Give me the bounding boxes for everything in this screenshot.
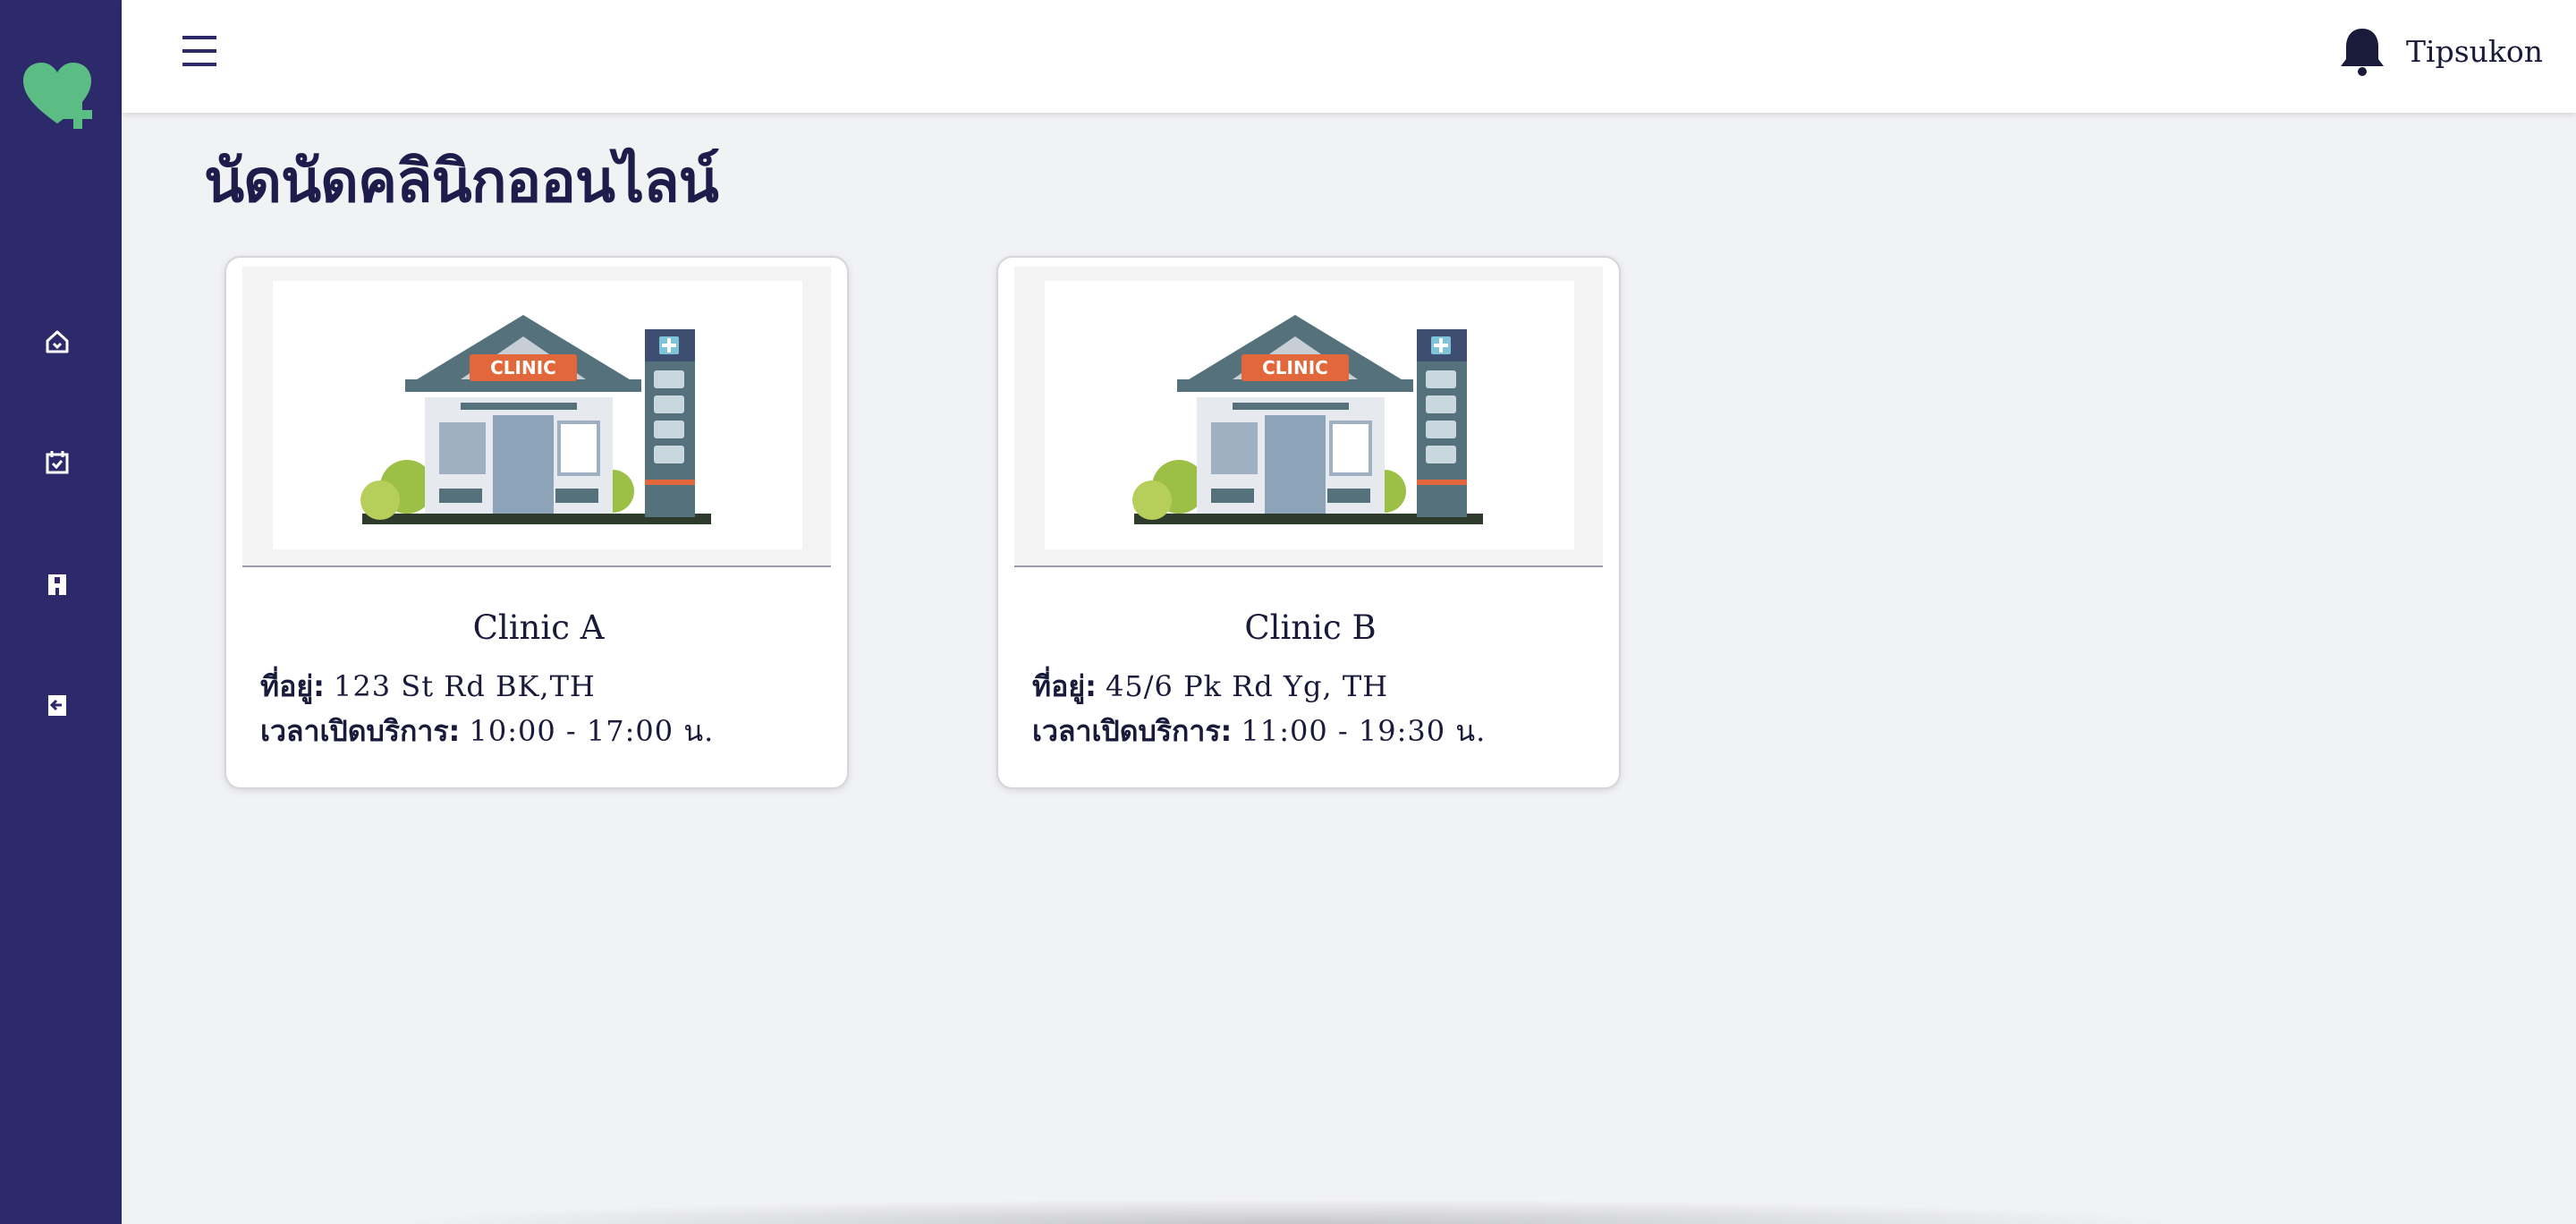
sidebar-item-home[interactable] (39, 324, 75, 360)
clinic-hours: เวลาเปิดบริการ: 10:00 - 17:00 น. (260, 709, 714, 754)
hours-value: 11:00 - 19:30 น. (1241, 714, 1487, 748)
calendar-check-icon (46, 451, 69, 474)
clinic-sign-text: CLINIC (1262, 357, 1328, 378)
clinic-address: ที่อยู่: 123 St Rd BK,TH (260, 664, 596, 710)
hours-label: เวลาเปิดบริการ: (260, 714, 461, 748)
hamburger-menu-icon[interactable] (181, 32, 218, 70)
clinic-address: ที่อยู่: 45/6 Pk Rd Yg, TH (1032, 664, 1388, 710)
clinic-image-frame: CLINIC (1014, 267, 1603, 567)
address-value: 123 St Rd BK,TH (334, 669, 596, 703)
address-label: ที่อยู่: (260, 669, 325, 703)
address-label: ที่อยู่: (1032, 669, 1097, 703)
logout-icon (48, 695, 66, 716)
hours-label: เวลาเปิดบริการ: (1032, 714, 1233, 748)
clinic-name: Clinic A (472, 608, 605, 647)
sidebar-item-clinics[interactable] (39, 566, 75, 602)
address-value: 45/6 Pk Rd Yg, TH (1106, 669, 1389, 703)
building-icon (48, 574, 66, 595)
clinic-building-image: CLINIC (273, 281, 802, 549)
clinic-sign-text: CLINIC (490, 357, 556, 378)
clinic-card[interactable]: CLINIC Clinic B ที่อยู่: 45/6 Pk Rd Yg, … (996, 256, 1621, 789)
clinic-name: Clinic B (1244, 608, 1377, 647)
top-bar: Tipsukon (122, 0, 2576, 113)
hours-value: 10:00 - 17:00 น. (469, 714, 715, 748)
clinic-hours: เวลาเปิดบริการ: 11:00 - 19:30 น. (1032, 709, 1486, 754)
bell-icon[interactable] (2336, 25, 2388, 77)
clinic-card[interactable]: CLINIC Clinic A ที่อยู่: 123 St Rd BK,TH… (225, 256, 849, 789)
sidebar-item-appointments[interactable] (39, 445, 75, 480)
sidebar-item-logout[interactable] (39, 687, 75, 723)
heart-plus-logo[interactable] (21, 59, 97, 131)
page-title: นัดนัดคลินิกออนไลน์ (204, 147, 719, 216)
user-name[interactable]: Tipsukon (2406, 34, 2543, 69)
home-icon (46, 330, 69, 353)
clinic-building-image: CLINIC (1045, 281, 1574, 549)
bottom-shadow (376, 1199, 2200, 1224)
sidebar (0, 0, 122, 1224)
clinic-image-frame: CLINIC (242, 267, 831, 567)
